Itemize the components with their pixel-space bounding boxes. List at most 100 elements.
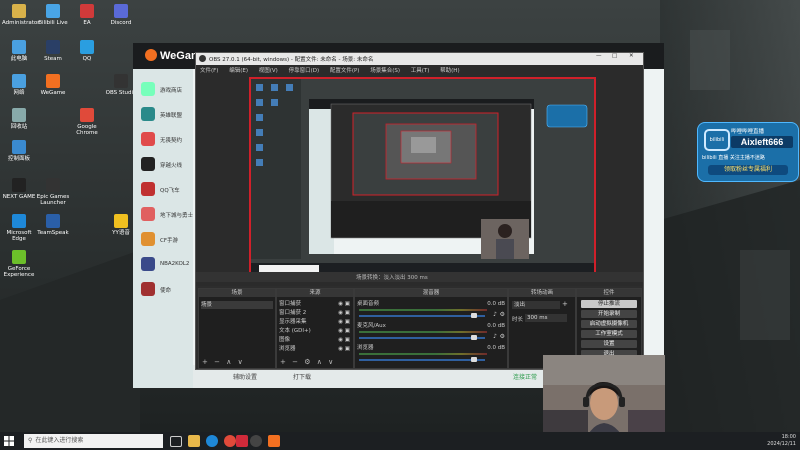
remove-scene-icon[interactable]: − [214, 358, 220, 366]
settings-button[interactable]: 设置 [581, 340, 637, 348]
add-source-icon[interactable]: + [280, 358, 286, 366]
file-explorer-icon[interactable] [188, 435, 200, 447]
lock-icon[interactable]: ▣ [345, 300, 350, 308]
obs-taskbar-icon[interactable] [250, 435, 262, 447]
wegame-nav-item[interactable]: NBA2KOL2 [136, 256, 194, 274]
wegame-nav-item[interactable]: 穿越火线 [136, 156, 194, 174]
menu-profile[interactable]: 配置文件(P) [330, 68, 360, 74]
obs-preview[interactable] [249, 77, 596, 276]
eye-icon[interactable]: ◉ [338, 327, 343, 335]
menu-scene-collection[interactable]: 场景集合(S) [370, 68, 400, 74]
close-icon[interactable]: ✕ [629, 53, 634, 59]
volume-slider-thumb[interactable] [471, 335, 477, 340]
desktop-icon[interactable]: 此电脑 [2, 40, 36, 62]
wegame-nav-item[interactable]: 无畏契约 [136, 131, 194, 149]
volume-slider[interactable] [359, 315, 485, 317]
source-item[interactable]: 文本 (GDI+) ◉ ▣ [279, 327, 351, 335]
chrome-icon[interactable] [224, 435, 236, 447]
volume-slider[interactable] [359, 359, 485, 361]
wegame-nav-item[interactable]: QQ飞车 [136, 181, 194, 199]
source-item[interactable]: 浏览器 ◉ ▣ [279, 345, 351, 353]
add-scene-icon[interactable]: + [202, 358, 208, 366]
desktop-icon[interactable]: GeForce Experience [2, 250, 36, 278]
desktop-icon[interactable]: EA [70, 4, 104, 26]
desktop-icon[interactable]: TeamSpeak [36, 214, 70, 236]
desktop-icon[interactable]: NEXT GAME [2, 178, 36, 200]
lock-icon[interactable]: ▣ [345, 336, 350, 344]
source-settings-icon[interactable]: ⚙ [304, 358, 310, 366]
eye-icon[interactable]: ◉ [338, 318, 343, 326]
volume-meter [359, 309, 487, 311]
menu-tools[interactable]: 工具(T) [411, 68, 430, 74]
gear-icon[interactable]: ⚙ [500, 311, 505, 318]
eye-icon[interactable]: ◉ [338, 345, 343, 353]
move-up-icon[interactable]: ∧ [226, 358, 231, 366]
source-item[interactable]: 图像 ◉ ▣ [279, 336, 351, 344]
wegame-nav-item[interactable]: 使命 [136, 281, 194, 299]
download-link[interactable]: 打下载 [293, 372, 311, 381]
task-view-icon[interactable] [170, 436, 182, 447]
lock-icon[interactable]: ▣ [345, 309, 350, 317]
assist-settings-link[interactable]: 辅助设置 [233, 372, 257, 381]
start-recording-button[interactable]: 开始录制 [581, 310, 637, 318]
desktop-icon[interactable]: 控制面板 [2, 140, 36, 162]
transition-type-select[interactable]: 淡出 [512, 301, 560, 309]
menu-view[interactable]: 视图(V) [259, 68, 278, 74]
desktop-icon[interactable]: Google Chrome [70, 108, 104, 136]
lock-icon[interactable]: ▣ [345, 345, 350, 353]
menu-file[interactable]: 文件(F) [200, 68, 218, 74]
remove-source-icon[interactable]: − [292, 358, 298, 366]
scene-item[interactable]: 场景 [201, 301, 273, 309]
obs-window[interactable]: OBS 27.0.1 (64-bit, windows) - 配置文件: 未命名… [195, 52, 644, 370]
desktop-icon[interactable]: Discord [104, 4, 138, 26]
desktop-icon[interactable]: Administrator [2, 4, 40, 26]
volume-slider[interactable] [359, 337, 485, 339]
taskbar-search-input[interactable]: ⚲ 在此键入进行搜索 [24, 434, 163, 448]
move-down-icon[interactable]: ∨ [238, 358, 243, 366]
wegame-nav-item[interactable]: 地下城与勇士 [136, 206, 194, 224]
wegame-nav-item[interactable]: CF手游 [136, 231, 194, 249]
speaker-icon[interactable]: ♪ [493, 311, 497, 318]
start-virtual-camera-button[interactable]: 启动虚拟摄像机 [581, 320, 637, 328]
desktop-icon[interactable]: Steam [36, 40, 70, 62]
menu-help[interactable]: 帮助(H) [440, 68, 459, 74]
minimize-icon[interactable]: — [596, 53, 602, 59]
menu-edit[interactable]: 编辑(E) [229, 68, 248, 74]
duration-input[interactable]: 300 ms [525, 314, 567, 322]
menu-docks[interactable]: 停靠窗口(D) [289, 68, 320, 74]
edge-icon[interactable] [206, 435, 218, 447]
stop-streaming-button[interactable]: 停止推流 [581, 300, 637, 308]
source-item[interactable]: 窗口捕获 ◉ ▣ [279, 300, 351, 308]
desktop-icon-label: TeamSpeak [37, 230, 69, 236]
system-tray-clock[interactable]: 18:00 2024/12/11 [767, 434, 796, 448]
desktop-icon[interactable]: 回收站 [2, 108, 36, 130]
desktop-icon[interactable]: Microsoft Edge [2, 214, 36, 242]
source-item[interactable]: 窗口捕获 2 ◉ ▣ [279, 309, 351, 317]
move-up-icon[interactable]: ∧ [317, 358, 322, 366]
lock-icon[interactable]: ▣ [345, 318, 350, 326]
studio-mode-button[interactable]: 工作室模式 [581, 330, 637, 338]
maximize-icon[interactable]: □ [612, 53, 617, 59]
wegame-nav-item[interactable]: 游戏商店 [136, 81, 194, 99]
netease-icon[interactable] [236, 435, 248, 447]
speaker-icon[interactable]: ♪ [493, 333, 497, 340]
volume-slider-thumb[interactable] [471, 313, 477, 318]
gear-icon[interactable]: ⚙ [500, 333, 505, 340]
wegame-taskbar-icon[interactable] [268, 435, 280, 447]
wegame-nav-item[interactable]: 英雄联盟 [136, 106, 194, 124]
windows-start-icon[interactable] [4, 436, 14, 446]
eye-icon[interactable]: ◉ [338, 336, 343, 344]
lock-icon[interactable]: ▣ [345, 327, 350, 335]
desktop-icon[interactable]: Epic Games Launcher [36, 178, 70, 206]
eye-icon[interactable]: ◉ [338, 300, 343, 308]
add-transition-icon[interactable]: + [562, 300, 568, 308]
desktop-icon[interactable]: WeGame [36, 74, 70, 96]
volume-slider-thumb[interactable] [471, 357, 477, 362]
obs-titlebar[interactable]: OBS 27.0.1 (64-bit, windows) - 配置文件: 未命名… [196, 53, 643, 65]
desktop-icon[interactable]: 网络 [2, 74, 36, 96]
desktop-icon[interactable]: QQ [70, 40, 104, 62]
eye-icon[interactable]: ◉ [338, 309, 343, 317]
desktop-icon[interactable]: Bilibili Live [36, 4, 70, 26]
source-item[interactable]: 显示器采集 ◉ ▣ [279, 318, 351, 326]
move-down-icon[interactable]: ∨ [328, 358, 333, 366]
